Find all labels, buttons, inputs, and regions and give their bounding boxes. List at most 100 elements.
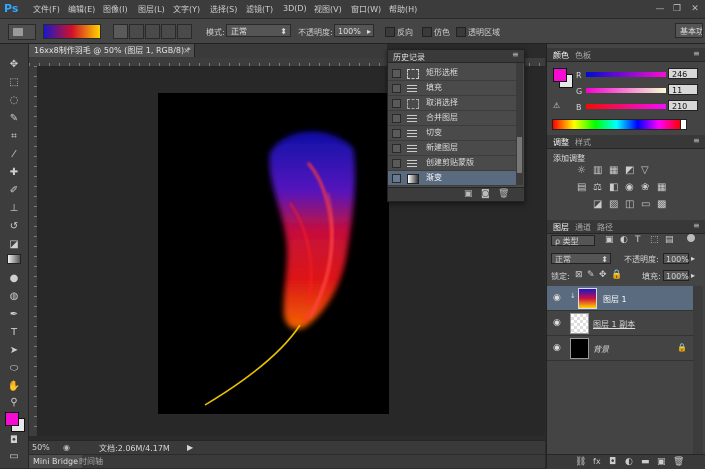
eye-icon[interactable]: ◉ bbox=[553, 293, 561, 303]
history-brush-tool-icon[interactable]: ↺ bbox=[6, 220, 22, 234]
history-brush-source-icon[interactable] bbox=[392, 159, 401, 168]
gradient-map-icon[interactable]: ▭ bbox=[641, 199, 650, 210]
pen-tool-icon[interactable]: ✒ bbox=[6, 308, 22, 322]
foreground-color-swatch[interactable] bbox=[553, 68, 567, 82]
lock-all-icon[interactable]: 🔒 bbox=[611, 270, 622, 280]
foreground-color-swatch[interactable] bbox=[5, 412, 19, 426]
layer-name[interactable]: 背景 bbox=[593, 344, 609, 355]
status-icon[interactable]: ◉ bbox=[63, 443, 70, 452]
vibrance-icon[interactable]: ▽ bbox=[641, 165, 649, 176]
path-select-tool-icon[interactable]: ➤ bbox=[6, 344, 22, 358]
curves-icon[interactable]: ▦ bbox=[609, 165, 618, 176]
levels-icon[interactable]: ▥ bbox=[593, 165, 602, 176]
invert-icon[interactable]: ◪ bbox=[593, 199, 602, 210]
history-item[interactable]: 切变 bbox=[388, 126, 516, 141]
history-panel-title[interactable]: 历史记录 bbox=[393, 52, 425, 63]
blue-value-input[interactable]: 210 bbox=[668, 100, 698, 111]
history-scrollbar[interactable] bbox=[516, 63, 523, 185]
menu-window[interactable]: 窗口(W) bbox=[351, 4, 381, 15]
color-balance-icon[interactable]: ⚖ bbox=[593, 182, 602, 193]
history-brush-source-icon[interactable] bbox=[392, 174, 401, 183]
menu-help[interactable]: 帮助(H) bbox=[389, 4, 417, 15]
filter-pixel-icon[interactable]: ▣ bbox=[605, 235, 614, 245]
history-brush-source-icon[interactable] bbox=[392, 129, 401, 138]
zoom-level[interactable]: 50% bbox=[32, 443, 50, 452]
menu-file[interactable]: 文件(F) bbox=[33, 4, 60, 15]
filter-type-icon[interactable]: T bbox=[635, 235, 641, 245]
panel-menu-icon[interactable]: ≡ bbox=[512, 50, 519, 59]
blue-slider[interactable] bbox=[586, 104, 666, 109]
brightness-icon[interactable]: ☼ bbox=[577, 165, 586, 176]
new-group-icon[interactable]: ▬ bbox=[641, 457, 650, 467]
adjustment-layer-icon[interactable]: ◐ bbox=[625, 457, 633, 467]
blur-tool-icon[interactable]: ● bbox=[6, 272, 22, 286]
delete-state-icon[interactable]: 🗑 bbox=[498, 189, 509, 199]
panel-menu-icon[interactable]: ≡ bbox=[693, 221, 700, 230]
workspace-switcher[interactable]: 基本功 bbox=[675, 23, 703, 38]
menu-image[interactable]: 图像(I) bbox=[103, 4, 128, 15]
tab-layers[interactable]: 图层 bbox=[553, 222, 569, 233]
layer-row[interactable]: ◉ 背景 🔒 bbox=[547, 336, 693, 361]
green-slider[interactable] bbox=[586, 88, 666, 93]
linear-gradient-button[interactable] bbox=[113, 24, 128, 39]
radial-gradient-button[interactable] bbox=[129, 24, 144, 39]
new-document-from-state-icon[interactable]: ▣ bbox=[464, 189, 473, 199]
blend-mode-select[interactable]: 正常 ⬍ bbox=[551, 253, 611, 264]
layer-name[interactable]: 图层 1 副本 bbox=[593, 319, 635, 330]
fill-input[interactable]: 100% bbox=[663, 270, 689, 281]
quick-select-tool-icon[interactable]: ✎ bbox=[6, 112, 22, 126]
exposure-icon[interactable]: ◩ bbox=[625, 165, 634, 176]
type-tool-icon[interactable]: T bbox=[6, 326, 22, 340]
tool-preset-picker[interactable] bbox=[8, 24, 36, 40]
out-of-gamut-warning-icon[interactable]: ⚠ bbox=[553, 101, 560, 110]
history-item-selected[interactable]: 渐变 bbox=[388, 171, 516, 186]
move-tool-icon[interactable]: ✥ bbox=[6, 58, 22, 72]
hand-tool-icon[interactable]: ✋ bbox=[6, 380, 22, 394]
panel-menu-icon[interactable]: ≡ bbox=[693, 49, 700, 58]
lock-position-icon[interactable]: ✥ bbox=[599, 270, 607, 280]
brush-tool-icon[interactable]: ✐ bbox=[6, 184, 22, 198]
history-brush-source-icon[interactable] bbox=[392, 69, 401, 78]
angle-gradient-button[interactable] bbox=[145, 24, 160, 39]
history-brush-source-icon[interactable] bbox=[392, 84, 401, 93]
opacity-input[interactable]: 100% ▸ bbox=[334, 24, 374, 37]
transparency-checkbox[interactable] bbox=[456, 27, 466, 37]
green-value-input[interactable]: 11 bbox=[668, 84, 698, 95]
selective-color-icon[interactable]: ▩ bbox=[657, 199, 666, 210]
screen-mode-icon[interactable]: ▭ bbox=[6, 450, 22, 464]
black-white-icon[interactable]: ◧ bbox=[609, 182, 618, 193]
tab-paths[interactable]: 路径 bbox=[597, 222, 613, 233]
link-layers-icon[interactable]: ⛓ bbox=[575, 457, 586, 467]
panel-menu-icon[interactable]: ≡ bbox=[693, 136, 700, 145]
lock-transparency-icon[interactable]: ⊠ bbox=[575, 270, 583, 280]
history-item[interactable]: 矩形选框 bbox=[388, 66, 516, 81]
stamp-tool-icon[interactable]: ⊥ bbox=[6, 202, 22, 216]
zoom-tool-icon[interactable]: ⚲ bbox=[6, 396, 22, 410]
dither-checkbox[interactable] bbox=[422, 27, 432, 37]
filter-shape-icon[interactable]: ⬚ bbox=[650, 235, 659, 245]
minimize-icon[interactable]: — bbox=[653, 3, 667, 15]
eye-icon[interactable]: ◉ bbox=[553, 318, 561, 328]
lock-pixels-icon[interactable]: ✎ bbox=[587, 270, 595, 280]
tab-timeline[interactable]: 时间轴 bbox=[79, 455, 103, 468]
threshold-icon[interactable]: ◫ bbox=[625, 199, 634, 210]
tab-mini-bridge[interactable]: Mini Bridge bbox=[29, 455, 83, 468]
history-item[interactable]: 合并图层 bbox=[388, 111, 516, 126]
channel-mixer-icon[interactable]: ❀ bbox=[641, 182, 649, 193]
reflected-gradient-button[interactable] bbox=[161, 24, 176, 39]
status-menu-icon[interactable]: ▶ bbox=[187, 443, 193, 452]
photo-filter-icon[interactable]: ◉ bbox=[625, 182, 634, 193]
menu-3d[interactable]: 3D(D) bbox=[283, 4, 307, 13]
red-value-input[interactable]: 246 bbox=[668, 68, 698, 79]
history-item[interactable]: 取消选择 bbox=[388, 96, 516, 111]
filter-adjustment-icon[interactable]: ◐ bbox=[620, 235, 628, 245]
tab-color[interactable]: 颜色 bbox=[553, 50, 569, 61]
fill-arrow-icon[interactable]: ▸ bbox=[691, 271, 695, 280]
color-lookup-icon[interactable]: ▦ bbox=[657, 182, 666, 193]
eye-icon[interactable]: ◉ bbox=[553, 343, 561, 353]
menu-edit[interactable]: 编辑(E) bbox=[68, 4, 95, 15]
menu-type[interactable]: 文字(Y) bbox=[173, 4, 200, 15]
color-spectrum-bar[interactable] bbox=[552, 119, 681, 130]
layer-opacity-input[interactable]: 100% bbox=[663, 253, 689, 264]
eyedropper-tool-icon[interactable]: ⁄ bbox=[6, 148, 22, 162]
